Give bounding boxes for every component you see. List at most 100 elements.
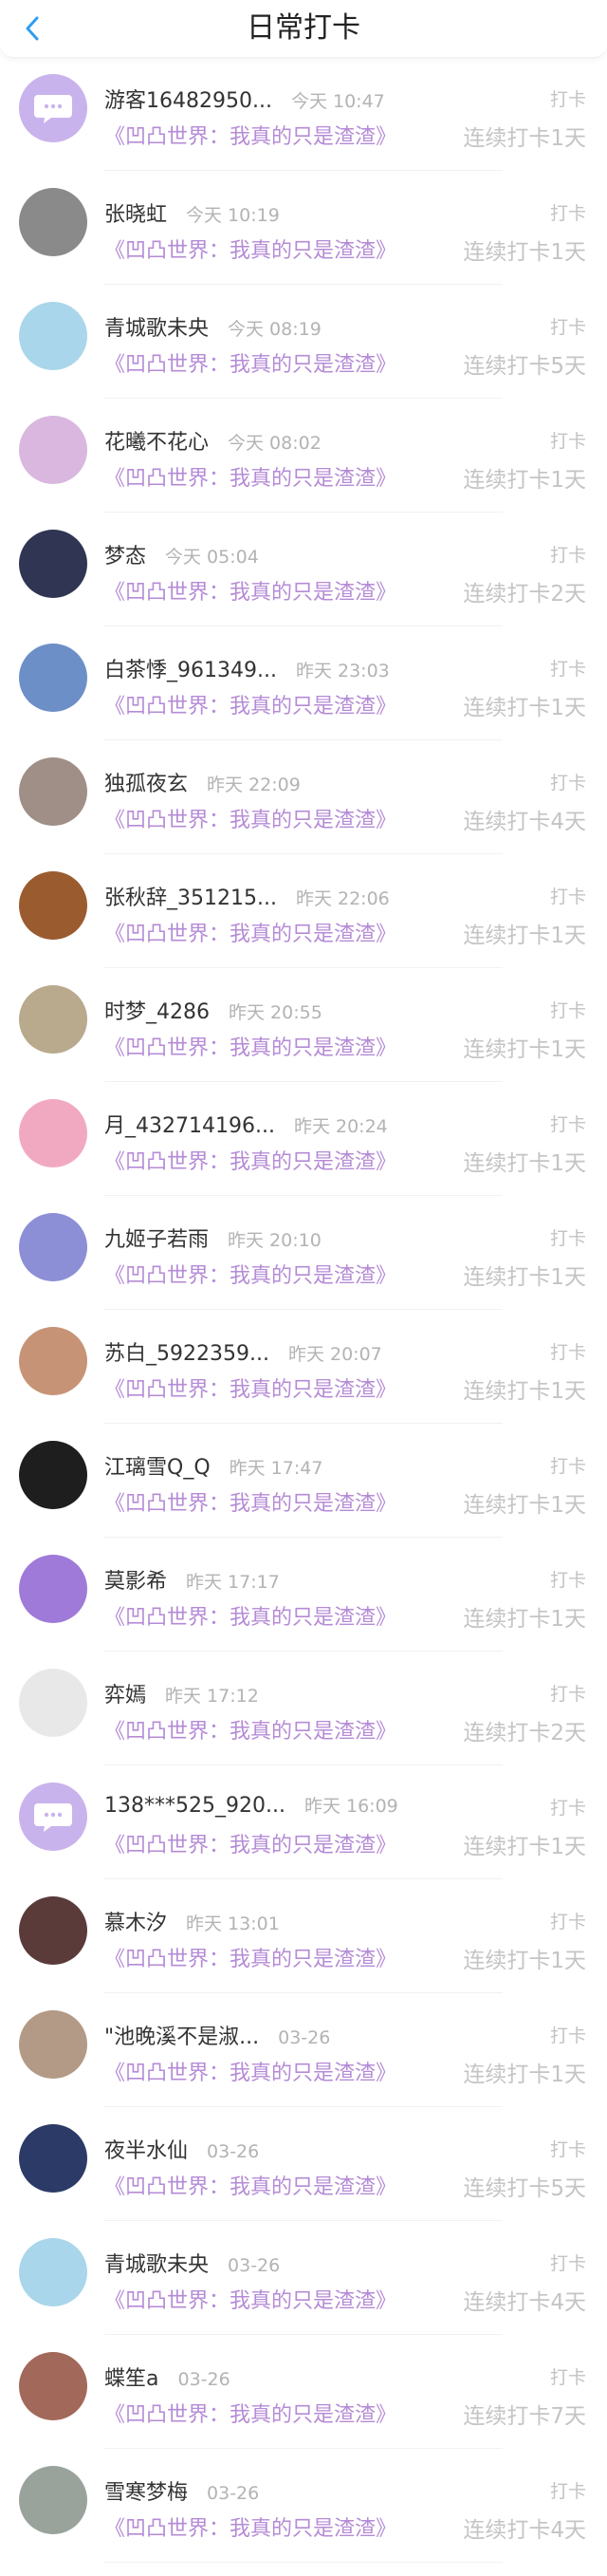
book-title-link[interactable]: 《凹凸世界：我真的只是渣渣》 <box>104 803 396 833</box>
book-title-link[interactable]: 《凹凸世界：我真的只是渣渣》 <box>104 1372 396 1403</box>
avatar[interactable] <box>19 2466 87 2534</box>
list-item[interactable]: 梦态 今天 05:04 《凹凸世界：我真的只是渣渣》 打卡 连续打卡2天 <box>0 513 607 626</box>
avatar[interactable] <box>19 644 87 712</box>
book-title-link[interactable]: 《凹凸世界：我真的只是渣渣》 <box>104 2398 396 2428</box>
user-name[interactable]: 花曦不花心 今天 08:02 <box>104 425 322 456</box>
avatar[interactable] <box>19 1669 87 1737</box>
user-name[interactable]: 苏白_5922359... 昨天 20:07 <box>104 1336 382 1367</box>
streak-count: 连续打卡4天 <box>463 2518 586 2543</box>
list-item[interactable]: 慕木汐 昨天 13:01 《凹凸世界：我真的只是渣渣》 打卡 连续打卡1天 <box>0 1879 607 1993</box>
book-title-link[interactable]: 《凹凸世界：我真的只是渣渣》 <box>104 1031 396 1061</box>
book-title-link[interactable]: 《凹凸世界：我真的只是渣渣》 <box>104 575 396 606</box>
list-item[interactable]: 张秋辞_351215... 昨天 22:06 《凹凸世界：我真的只是渣渣》 打卡 连续打… <box>0 854 607 968</box>
book-title-link[interactable]: 《凹凸世界：我真的只是渣渣》 <box>104 1600 396 1631</box>
user-name[interactable]: 九姬子若雨 昨天 20:10 <box>104 1223 322 1253</box>
list-item[interactable]: 江璃雪Q_Q 昨天 17:47 《凹凸世界：我真的只是渣渣》 打卡 连续打卡1天 <box>0 1424 607 1538</box>
book-title-link[interactable]: 《凹凸世界：我真的只是渣渣》 <box>104 2284 396 2314</box>
user-name[interactable]: 青城歌未央 03-26 <box>104 2248 280 2278</box>
avatar[interactable] <box>19 1896 87 1965</box>
checkin-label: 打卡 <box>549 1114 586 1135</box>
timestamp: 03-26 <box>207 2483 260 2504</box>
user-name[interactable]: 慕木汐 昨天 13:01 <box>104 1906 280 1936</box>
book-title-link[interactable]: 《凹凸世界：我真的只是渣渣》 <box>104 461 396 492</box>
avatar[interactable] <box>19 2124 87 2193</box>
list-item[interactable]: 蝶笙a 03-26 《凹凸世界：我真的只是渣渣》 打卡 连续打卡7天 <box>0 2335 607 2449</box>
avatar[interactable] <box>19 2238 87 2306</box>
list-item[interactable]: 独孤夜玄 昨天 22:09 《凹凸世界：我真的只是渣渣》 打卡 连续打卡4天 <box>0 740 607 854</box>
avatar[interactable] <box>19 1099 87 1167</box>
user-name[interactable]: 莫影希 昨天 17:17 <box>104 1564 280 1595</box>
avatar[interactable] <box>19 1213 87 1281</box>
list-item[interactable]: 雪寒梦梅 03-26 《凹凸世界：我真的只是渣渣》 打卡连续打卡4天 <box>0 2449 607 2563</box>
user-name[interactable]: 游客16482950... 今天 10:47 <box>104 84 385 114</box>
list-item[interactable]: 莫影希 昨天 17:17 《凹凸世界：我真的只是渣渣》 打卡 连续打卡1天 <box>0 1538 607 1652</box>
user-name[interactable]: 张晓虹 今天 10:19 <box>104 197 280 228</box>
avatar[interactable] <box>19 2010 87 2079</box>
book-title-link[interactable]: 《凹凸世界：我真的只是渣渣》 <box>104 917 396 947</box>
list-item[interactable]: 九姬子若雨 昨天 20:10 《凹凸世界：我真的只是渣渣》 打卡 连续打卡1天 <box>0 1196 607 1310</box>
user-name[interactable]: 蝶笙a 03-26 <box>104 2361 230 2392</box>
avatar[interactable] <box>19 1441 87 1509</box>
user-name[interactable]: 雪寒梦梅 03-26 <box>104 2475 259 2506</box>
avatar[interactable] <box>19 757 87 826</box>
user-name[interactable]: 江璃雪Q_Q 昨天 17:47 <box>104 1450 322 1481</box>
back-button[interactable] <box>21 11 44 46</box>
list-item[interactable]: 弈嫣 昨天 17:12 《凹凸世界：我真的只是渣渣》 打卡 连续打卡2天 <box>0 1652 607 1765</box>
user-name[interactable]: 月_432714196... 昨天 20:24 <box>104 1109 388 1139</box>
avatar[interactable] <box>19 1327 87 1395</box>
checkin-label: 打卡 <box>549 1342 586 1363</box>
default-avatar-icon[interactable] <box>19 74 87 142</box>
book-title-link[interactable]: 《凹凸世界：我真的只是渣渣》 <box>104 1942 396 1972</box>
user-name[interactable]: 138***525_920... 昨天 16:09 <box>104 1792 398 1818</box>
user-name[interactable]: 张秋辞_351215... 昨天 22:06 <box>104 881 390 911</box>
book-title-link[interactable]: 《凹凸世界：我真的只是渣渣》 <box>104 347 396 378</box>
list-item[interactable]: 月_432714196... 昨天 20:24 《凹凸世界：我真的只是渣渣》 打卡 连续… <box>0 1082 607 1196</box>
book-title-link[interactable]: 《凹凸世界：我真的只是渣渣》 <box>104 1145 396 1175</box>
list-item[interactable]: 张晓虹 今天 10:19 《凹凸世界：我真的只是渣渣》 打卡 连续打卡1天 <box>0 171 607 285</box>
user-name-text: 雪寒梦梅 <box>104 2481 189 2505</box>
avatar[interactable] <box>19 985 87 1054</box>
avatar[interactable] <box>19 2352 87 2420</box>
book-title-link[interactable]: 《凹凸世界：我真的只是渣渣》 <box>104 1259 396 1289</box>
user-name[interactable]: 梦态 今天 05:04 <box>104 539 259 569</box>
checkin-label: 打卡 <box>549 1912 586 1932</box>
list-item[interactable]: 夜半水仙 03-26 《凹凸世界：我真的只是渣渣》 打卡 连续打卡5天 <box>0 2107 607 2221</box>
user-name[interactable]: 独孤夜玄 昨天 22:09 <box>104 767 301 797</box>
user-name[interactable]: 时梦_4286 昨天 20:55 <box>104 995 322 1025</box>
book-title-link[interactable]: 《凹凸世界：我真的只是渣渣》 <box>104 2511 396 2542</box>
book-title-link[interactable]: 《凹凸世界：我真的只是渣渣》 <box>104 2170 396 2200</box>
book-title-link[interactable]: 《凹凸世界：我真的只是渣渣》 <box>104 2056 396 2086</box>
avatar[interactable] <box>19 416 87 484</box>
list-item[interactable]: 时梦_4286 昨天 20:55 《凹凸世界：我真的只是渣渣》 打卡 连续打卡1天 <box>0 968 607 1082</box>
book-title-link[interactable]: 《凹凸世界：我真的只是渣渣》 <box>104 1828 396 1858</box>
book-title-link[interactable]: 《凹凸世界：我真的只是渣渣》 <box>104 1486 396 1517</box>
book-title-link[interactable]: 《凹凸世界：我真的只是渣渣》 <box>104 1714 396 1745</box>
user-name[interactable]: 白茶悸_961349... 昨天 23:03 <box>104 653 390 683</box>
list-item[interactable]: 青城歌未央 今天 08:19 《凹凸世界：我真的只是渣渣》 打卡 连续打卡5天 <box>0 285 607 399</box>
default-avatar-icon[interactable] <box>19 1783 87 1851</box>
book-title-link[interactable]: 《凹凸世界：我真的只是渣渣》 <box>104 689 396 719</box>
list-item[interactable]: 白茶悸_961349... 昨天 23:03 《凹凸世界：我真的只是渣渣》 打卡 连续打… <box>0 626 607 740</box>
user-name[interactable]: 夜半水仙 03-26 <box>104 2134 259 2164</box>
user-name[interactable]: 青城歌未央 今天 08:19 <box>104 311 322 342</box>
avatar[interactable] <box>19 871 87 940</box>
streak-count: 连续打卡2天 <box>463 1721 586 1745</box>
user-name[interactable]: 弈嫣 昨天 17:12 <box>104 1678 259 1708</box>
book-title-link[interactable]: 《凹凸世界：我真的只是渣渣》 <box>104 233 396 264</box>
list-item[interactable]: 138***525_920... 昨天 16:09 《凹凸世界：我真的只是渣渣》 打卡… <box>0 1765 607 1879</box>
timestamp: 03-26 <box>207 2141 260 2162</box>
list-item[interactable]: 苏白_5922359... 昨天 20:07 《凹凸世界：我真的只是渣渣》 打卡 连续打… <box>0 1310 607 1424</box>
avatar[interactable] <box>19 302 87 370</box>
list-item[interactable]: 青城歌未央 03-26 《凹凸世界：我真的只是渣渣》 打卡 连续打卡4天 <box>0 2221 607 2335</box>
avatar[interactable] <box>19 530 87 598</box>
list-item[interactable]: 游客16482950... 今天 10:47 《凹凸世界：我真的只是渣渣》 打卡 连续打… <box>0 57 607 171</box>
avatar[interactable] <box>19 1555 87 1623</box>
user-name[interactable]: "池晚溪不是淑... 03-26 <box>104 2020 330 2050</box>
timestamp: 昨天 22:09 <box>207 775 301 795</box>
list-item[interactable]: "池晚溪不是淑... 03-26 《凹凸世界：我真的只是渣渣》 打卡 连续打卡1天 <box>0 1993 607 2107</box>
list-item[interactable]: 花曦不花心 今天 08:02 《凹凸世界：我真的只是渣渣》 打卡 连续打卡1天 <box>0 399 607 513</box>
checkin-label: 打卡 <box>549 2481 586 2502</box>
book-title-link[interactable]: 《凹凸世界：我真的只是渣渣》 <box>104 120 396 150</box>
streak-count: 连续打卡1天 <box>463 1835 586 1859</box>
avatar[interactable] <box>19 188 87 256</box>
